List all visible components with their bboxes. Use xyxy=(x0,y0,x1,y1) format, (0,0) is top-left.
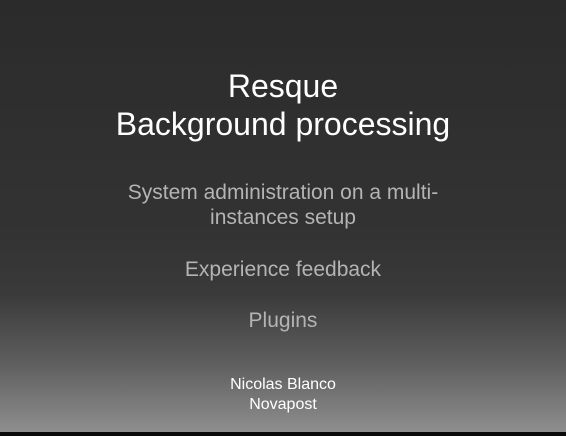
author-organization: Novapost xyxy=(249,396,317,413)
agenda-item-1-line-1: System administration on a multi- xyxy=(127,181,439,204)
slide-title-line-2: Background processing xyxy=(115,106,451,142)
author-name: Nicolas Blanco xyxy=(230,376,336,393)
agenda-item-2: Experience feedback xyxy=(184,258,382,281)
presentation-slide: Resque Background processing System admi… xyxy=(0,0,566,432)
slide-bottom-edge xyxy=(0,432,566,436)
agenda-item-3: Plugins xyxy=(248,309,318,332)
slide-title-line-1: Resque xyxy=(227,68,339,104)
agenda-item-1-line-2: instances setup xyxy=(210,206,356,229)
